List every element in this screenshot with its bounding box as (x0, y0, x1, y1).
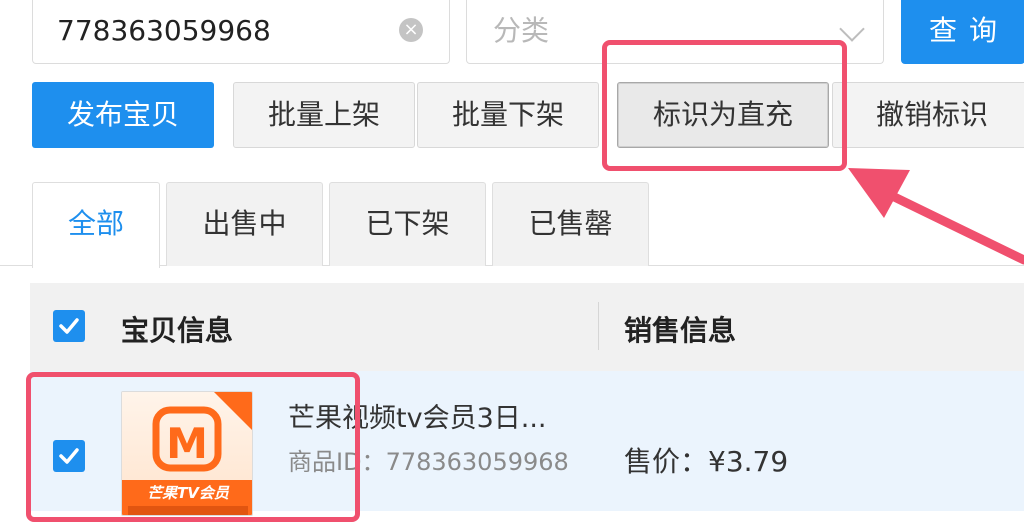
product-price: 售价：¥3.79 (624, 440, 788, 480)
tab-all[interactable]: 全部 (32, 182, 160, 268)
clear-icon[interactable]: × (399, 18, 423, 42)
category-placeholder: 分类 (493, 14, 550, 47)
price-value: ¥3.79 (708, 445, 789, 478)
batch-delist-button[interactable]: 批量下架 (417, 82, 599, 148)
cancel-mark-button[interactable]: 撤销标识 (832, 82, 1024, 148)
product-id-value: 778363059968 (385, 448, 569, 476)
tab-sold-out[interactable]: 已售罄 (492, 182, 649, 266)
annotation-arrow-icon (848, 168, 1024, 265)
search-input-value: 778363059968 (57, 14, 271, 47)
batch-list-button[interactable]: 批量上架 (233, 82, 415, 148)
highlight-product-row (26, 372, 360, 522)
check-icon (59, 318, 79, 334)
tab-delisted[interactable]: 已下架 (329, 182, 486, 266)
column-header-sales-info: 销售信息 (624, 314, 737, 347)
tab-on-sale[interactable]: 出售中 (166, 182, 323, 266)
query-button[interactable]: 查询 (901, 0, 1024, 64)
search-input[interactable]: 778363059968 × (32, 0, 450, 64)
price-label: 售价： (624, 445, 709, 478)
column-divider (598, 302, 599, 350)
publish-item-button[interactable]: 发布宝贝 (32, 82, 214, 148)
highlight-mark-button (602, 40, 847, 171)
select-all-checkbox[interactable] (53, 310, 85, 342)
chevron-down-icon (839, 16, 865, 42)
column-header-item-info: 宝贝信息 (121, 314, 234, 347)
